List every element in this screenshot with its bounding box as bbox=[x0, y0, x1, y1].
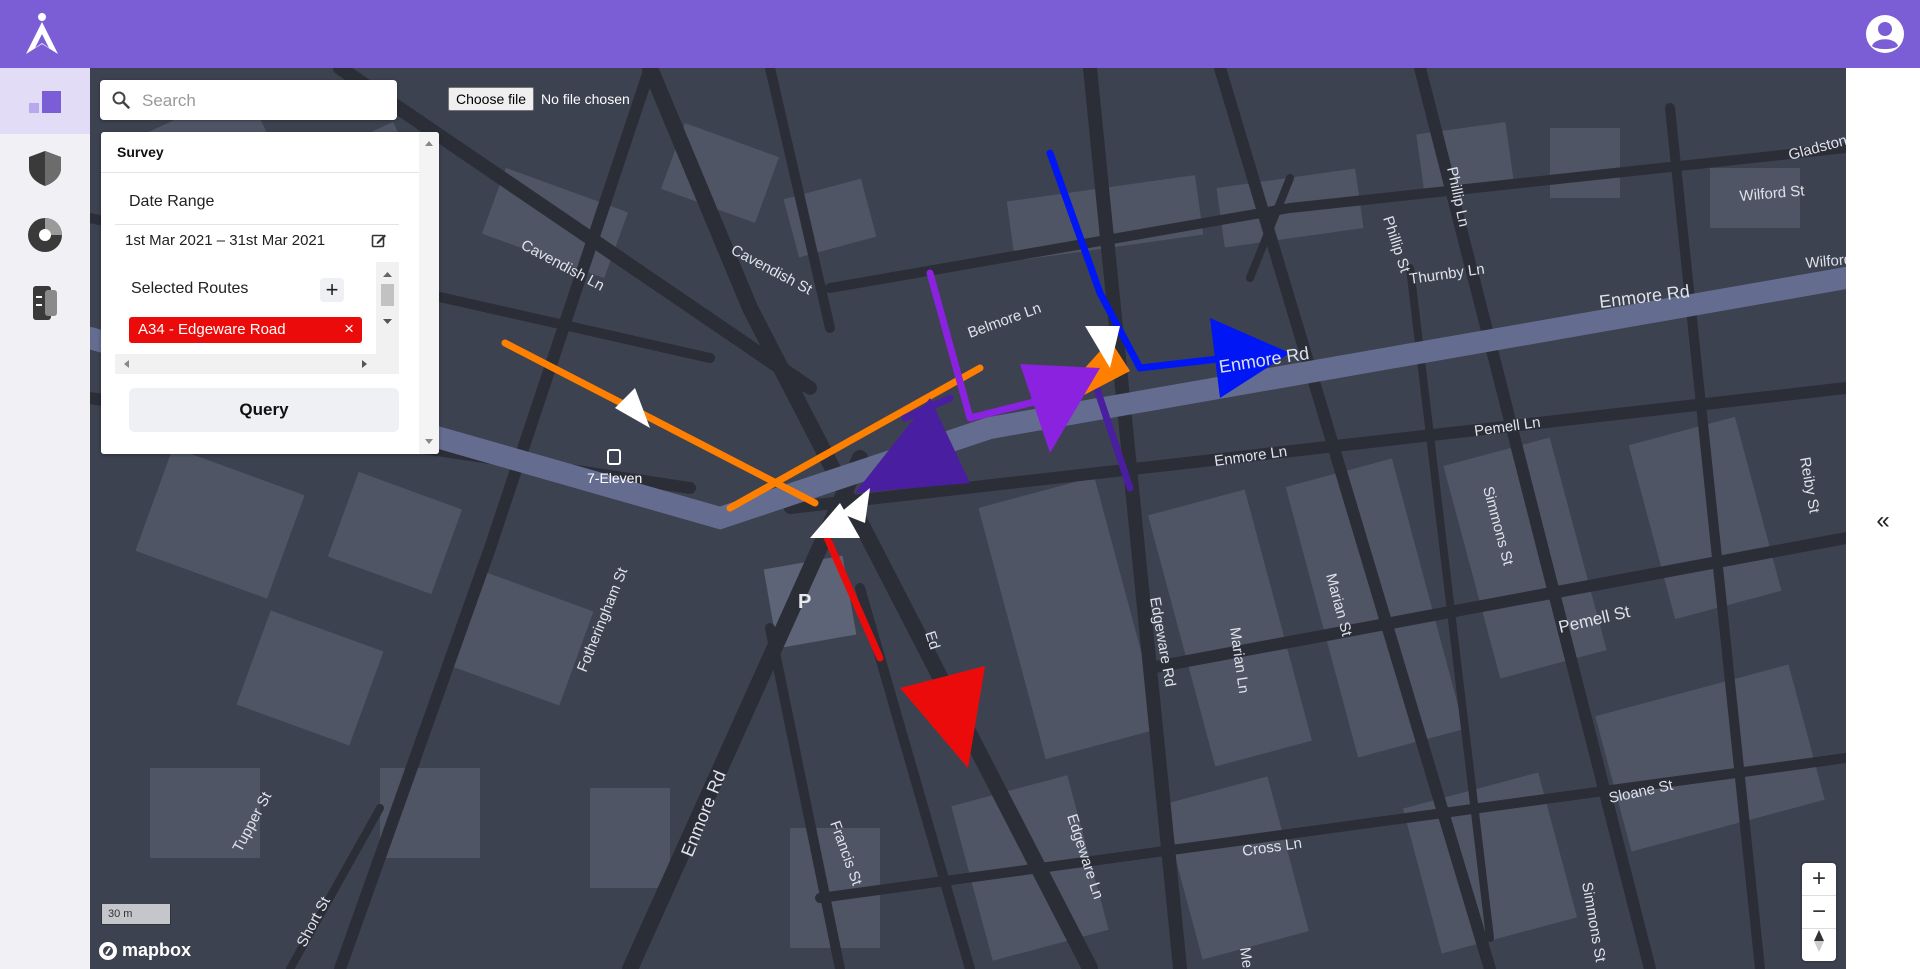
date-range-value: 1st Mar 2021 – 31st Mar 2021 bbox=[125, 232, 326, 249]
zoom-in-button[interactable]: + bbox=[1802, 863, 1836, 895]
street-label: Wilford bbox=[1805, 251, 1846, 272]
collapse-button[interactable]: « bbox=[1866, 506, 1900, 536]
attribution-text: mapbox bbox=[122, 940, 192, 960]
routes-vertical-scrollbar[interactable] bbox=[376, 262, 399, 374]
selected-routes-label: Selected Routes bbox=[131, 280, 249, 297]
compass-icon bbox=[1814, 930, 1824, 952]
sidebar bbox=[0, 68, 90, 969]
compass-button[interactable] bbox=[1802, 929, 1836, 961]
top-bar bbox=[0, 0, 1920, 68]
divider bbox=[101, 172, 419, 173]
squares-icon bbox=[29, 91, 61, 113]
date-range-label: Date Range bbox=[129, 193, 215, 210]
shield-icon bbox=[29, 151, 61, 186]
street-label: Pemell Ln bbox=[1473, 414, 1541, 440]
layers-icon bbox=[33, 286, 57, 320]
street-label: Me bbox=[1236, 946, 1256, 969]
donut-icon bbox=[28, 218, 62, 252]
zoom-controls: + − bbox=[1802, 863, 1836, 961]
file-status: No file chosen bbox=[541, 91, 630, 107]
divider bbox=[115, 224, 399, 225]
choose-file-button[interactable]: Choose file bbox=[448, 87, 535, 111]
fuel-icon bbox=[607, 449, 621, 465]
add-route-button[interactable]: + bbox=[320, 278, 344, 302]
poi-label: 7-Eleven bbox=[587, 470, 642, 486]
query-button[interactable]: Query bbox=[129, 388, 399, 432]
street-label: Short St bbox=[294, 893, 335, 950]
survey-panel: Survey Date Range 1st Mar 2021 – 31st Ma… bbox=[101, 132, 439, 454]
compass-a-icon[interactable] bbox=[22, 12, 62, 56]
route-arrow-white bbox=[615, 388, 650, 428]
scale-label: 30 m bbox=[108, 908, 133, 920]
route-chip[interactable]: A34 - Edgeware Road × bbox=[129, 317, 362, 343]
sidebar-item-analytics[interactable] bbox=[0, 202, 90, 268]
street-label: Simmons St bbox=[1578, 881, 1609, 964]
street-label: Phillip St bbox=[1379, 214, 1413, 276]
street-label: Enmore Rd bbox=[677, 768, 730, 860]
parking-label: P bbox=[798, 591, 811, 613]
panel-scrollbar[interactable] bbox=[419, 132, 439, 454]
edit-icon[interactable] bbox=[371, 232, 387, 248]
street-label: Reiby St bbox=[1796, 456, 1823, 516]
user-circle-icon[interactable] bbox=[1864, 13, 1906, 55]
search-box[interactable] bbox=[100, 80, 397, 120]
right-panel: « bbox=[1846, 68, 1920, 969]
panel-title: Survey bbox=[117, 144, 164, 160]
search-icon bbox=[112, 91, 130, 109]
search-input[interactable] bbox=[140, 88, 384, 114]
sidebar-item-layers[interactable] bbox=[0, 269, 90, 335]
file-chooser: Choose file No file chosen bbox=[448, 87, 630, 111]
scale-bar: 30 m bbox=[101, 904, 171, 925]
street-label: Enmore Ln bbox=[1213, 443, 1288, 470]
sidebar-item-dashboard[interactable] bbox=[0, 68, 90, 134]
zoom-out-button[interactable]: − bbox=[1802, 896, 1836, 928]
mapbox-logo: mapbox bbox=[98, 940, 191, 961]
route-chip-label: A34 - Edgeware Road bbox=[138, 321, 286, 338]
routes-horizontal-scrollbar[interactable] bbox=[115, 354, 376, 374]
close-icon[interactable]: × bbox=[344, 320, 354, 338]
street-label: Belmore Ln bbox=[966, 300, 1044, 342]
street-label: Gladstone bbox=[1787, 130, 1846, 164]
mapbox-icon bbox=[99, 941, 117, 960]
sidebar-item-security[interactable] bbox=[0, 135, 90, 201]
